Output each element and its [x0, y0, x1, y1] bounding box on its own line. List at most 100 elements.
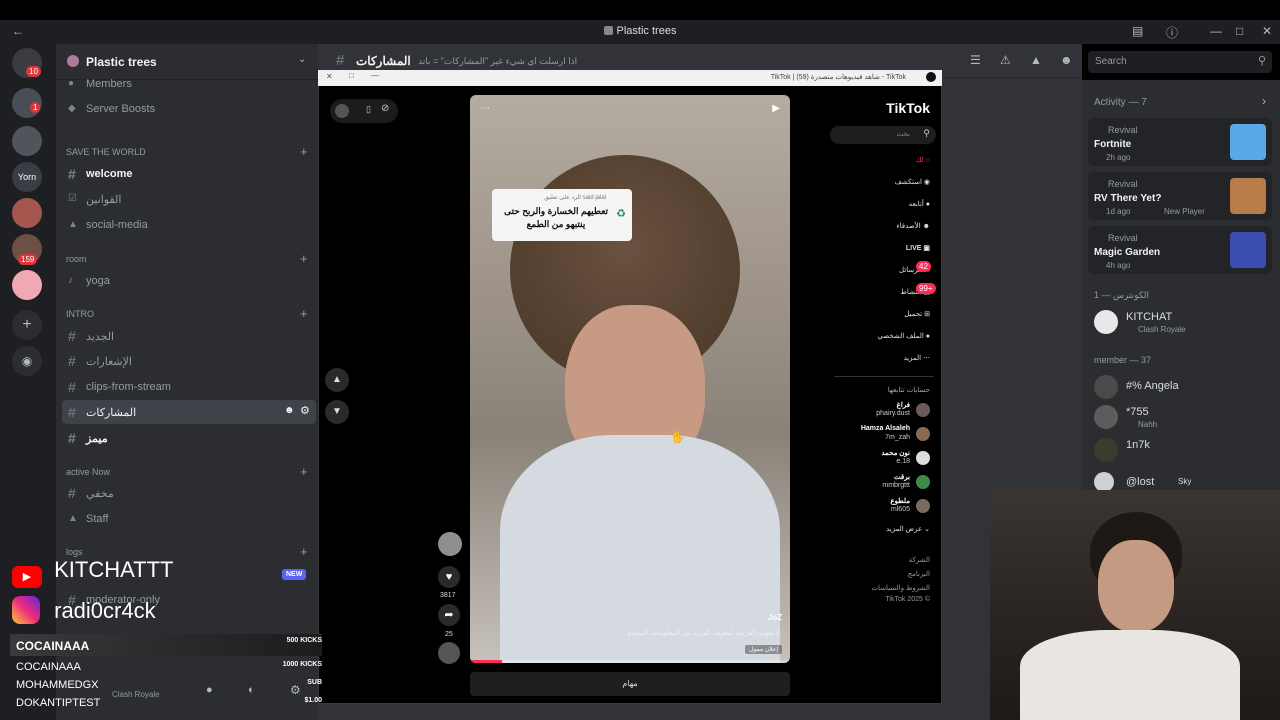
threads-icon[interactable]: ☰ — [970, 53, 981, 67]
activity-game: RV There Yet? — [1094, 193, 1162, 204]
help-icon[interactable]: ⓘ — [1166, 24, 1178, 41]
video-controls-pill[interactable]: ▯ ⊘ — [330, 99, 398, 123]
discover-icon[interactable]: ◉ — [12, 346, 42, 376]
close-icon[interactable]: ✕ — [1262, 24, 1272, 38]
block-icon[interactable]: ⊘ — [381, 103, 389, 114]
search-icon[interactable]: ⚲ — [923, 128, 930, 139]
channel-memes[interactable]: # ميمز — [62, 426, 316, 450]
comment-reply-to: الرد على تعليق said jalal — [544, 195, 606, 201]
server-icon-4[interactable] — [12, 198, 42, 228]
maximize-icon[interactable]: □ — [349, 71, 354, 80]
device-icon[interactable]: ▯ — [366, 104, 371, 115]
tiktok-video[interactable]: الرد على تعليق said jalal تعطيهم الخسارة… — [470, 95, 790, 663]
tasks-button[interactable]: مهام — [470, 672, 790, 696]
channel-hidden[interactable]: # مخفي — [62, 481, 316, 505]
more-icon[interactable]: ⋯ — [480, 103, 490, 114]
minimize-icon[interactable]: — — [1210, 24, 1222, 38]
category-save-the-world[interactable]: SAVE THE WORLD — [66, 147, 146, 157]
minimize-icon[interactable]: — — [371, 71, 379, 80]
following-account[interactable]: Hamza Alsaleh 7m_zah — [830, 425, 936, 447]
server-icon-6[interactable] — [12, 270, 42, 300]
channel-sharing-active[interactable]: # المشاركات ☻ ⚙ — [62, 400, 316, 424]
chevron-down-icon[interactable]: ⌄ — [298, 54, 306, 65]
member-item[interactable]: *755 Nahh — [1092, 403, 1272, 431]
following-account[interactable]: نون محمد e.18 — [830, 449, 936, 471]
channel-new[interactable]: # الجديد — [62, 324, 316, 348]
add-channel-icon[interactable]: + — [300, 306, 308, 321]
chevron-right-icon[interactable]: › — [1262, 94, 1266, 108]
channel-social-media[interactable]: ▲ social-media — [62, 213, 316, 237]
footer-program[interactable]: البرنامج — [830, 570, 930, 578]
member-item[interactable]: 1n7k — [1092, 436, 1272, 464]
sidebar-item-members[interactable]: ● Members — [62, 72, 316, 96]
nav-for-you[interactable]: لك ⌂ — [830, 156, 930, 164]
show-more-link[interactable]: عرض المزيد ⌄ — [830, 525, 930, 533]
nav-more[interactable]: المزيد ⋯ — [830, 354, 930, 362]
nav-activity[interactable]: النشاط ▤ — [830, 288, 930, 296]
member-item[interactable]: #% Angela — [1092, 373, 1272, 401]
avatar — [1094, 405, 1118, 429]
channel-yoga[interactable]: ♪ yoga — [62, 269, 316, 293]
server-icon-yorn[interactable]: Yorn — [12, 162, 42, 192]
nav-upload[interactable]: تحميل ⊞ — [830, 310, 930, 318]
comment-bubble: الرد على تعليق said jalal تعطيهم الخسارة… — [492, 189, 632, 241]
footer-terms[interactable]: الشروط والسياسات — [830, 584, 930, 592]
nav-live[interactable]: LIVE ▣ — [830, 244, 930, 252]
tiktok-logo[interactable]: TikTok — [886, 100, 930, 116]
scroll-up-button[interactable]: ▲ — [325, 368, 349, 392]
search-input[interactable]: Search ⚲ — [1088, 51, 1272, 73]
mute-icon[interactable]: ⚠ — [1000, 53, 1011, 67]
search-icon: ⚲ — [1257, 55, 1266, 67]
sidebar-item-server-boosts[interactable]: ◆ Server Boosts — [62, 97, 316, 121]
video-author[interactable]: JoZ — [768, 613, 782, 622]
music-disc[interactable] — [438, 642, 460, 664]
add-server-icon[interactable]: + — [12, 310, 42, 340]
server-icon-2[interactable] — [12, 126, 42, 156]
channel-rules[interactable]: ☑ القوانين — [62, 187, 316, 211]
share-button[interactable]: ➦ — [438, 604, 460, 626]
inbox-icon[interactable]: ▤ — [1132, 24, 1143, 38]
channel-notifications[interactable]: # الإشعارات — [62, 349, 316, 373]
nav-messages[interactable]: الرسائل ✉ — [830, 266, 930, 274]
hash-icon: # — [336, 52, 345, 69]
nav-following[interactable]: أتابعه ● — [830, 200, 930, 208]
activity-card[interactable]: Revival Fortnite 2h ago — [1088, 118, 1272, 166]
avatar — [916, 475, 930, 489]
video-progress[interactable] — [470, 660, 790, 663]
add-channel-icon[interactable]: + — [300, 464, 308, 479]
add-channel-icon[interactable]: + — [300, 144, 308, 159]
close-icon[interactable]: ✕ — [326, 72, 333, 81]
like-button[interactable]: ♥ — [438, 566, 460, 588]
category-room[interactable]: room — [66, 254, 87, 264]
following-account[interactable]: برقت mmbrgttt — [830, 473, 936, 495]
nav-explore[interactable]: استكشف ◉ — [830, 178, 930, 186]
channel-staff[interactable]: ▲ Staff — [62, 507, 316, 531]
member-list-icon[interactable]: ☻ — [1060, 53, 1073, 67]
channel-welcome[interactable]: # welcome — [62, 162, 316, 186]
nav-friends[interactable]: الأصدقاء ☻ — [830, 222, 930, 230]
activity-badge: 99+ — [916, 283, 936, 294]
channel-clips[interactable]: # clips-from-stream — [62, 375, 316, 399]
nav-profile[interactable]: الملف الشخصي ● — [830, 332, 930, 340]
creator-avatar[interactable] — [438, 532, 462, 556]
pin-icon[interactable]: ▲ — [1030, 53, 1042, 67]
gear-icon[interactable]: ⚙ — [300, 404, 310, 417]
add-channel-icon[interactable]: + — [300, 251, 308, 266]
volume-icon[interactable]: ▶ — [772, 103, 780, 114]
member-item[interactable]: @lost Sky — [1092, 472, 1272, 492]
maximize-icon[interactable]: □ — [1236, 24, 1243, 38]
activity-card[interactable]: Revival RV There Yet? 1d ago New Player — [1088, 172, 1272, 220]
category-active-now[interactable]: active Now — [66, 467, 110, 477]
top-black-band — [0, 0, 1280, 20]
footer-company[interactable]: الشركة — [830, 556, 930, 564]
following-account[interactable]: ملطوع ml605 — [830, 497, 936, 519]
activity-card[interactable]: Revival Magic Garden 4h ago — [1088, 226, 1272, 274]
following-account[interactable]: فراغ phairy.dust — [830, 401, 936, 423]
category-logs[interactable]: logs — [66, 547, 83, 557]
add-channel-icon[interactable]: + — [300, 544, 308, 559]
tiktok-search-input[interactable]: بحث ⚲ — [830, 126, 936, 144]
invite-icon[interactable]: ☻ — [284, 405, 295, 416]
member-item[interactable]: KITCHAT Clash Royale — [1092, 308, 1272, 338]
scroll-down-button[interactable]: ▼ — [325, 400, 349, 424]
category-intro[interactable]: INTRO — [66, 309, 94, 319]
